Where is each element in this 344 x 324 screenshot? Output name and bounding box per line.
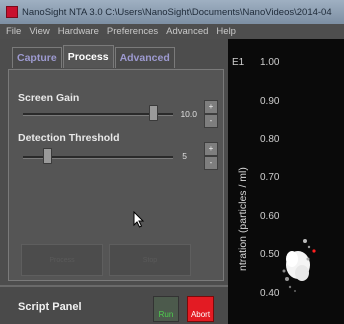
menu-bar: File View Hardware Preferences Advanced … (0, 24, 344, 39)
detection-threshold-value: 5 (182, 151, 187, 161)
detection-threshold-slider-thumb[interactable] (43, 148, 53, 164)
concentration-plot: E1 1.00 0.90 0.80 0.70 0.60 0.50 0.40 nt… (228, 39, 344, 324)
screen-gain-value: 10.0 (180, 109, 197, 119)
stop-button[interactable]: Stop (109, 244, 191, 276)
detection-threshold-increment-button[interactable]: + (204, 142, 218, 156)
tab-advanced[interactable]: Advanced (114, 47, 175, 68)
screen-gain-decrement-button[interactable]: - (204, 114, 218, 128)
application-window: NanoSight NTA 3.0 C:\Users\NanoSight\Doc… (0, 0, 344, 324)
script-panel-title: Script Panel (18, 301, 82, 313)
menu-file[interactable]: File (6, 26, 21, 37)
app-logo-icon (6, 6, 18, 18)
plot-id-label: E1 (232, 57, 245, 68)
menu-preferences[interactable]: Preferences (107, 26, 158, 37)
tab-strip: Capture Process Advanced (12, 45, 176, 69)
y-axis-label: ntration (particles / ml) (237, 167, 249, 271)
y-tick-label: 0.70 (260, 172, 280, 183)
detection-threshold-decrement-button[interactable]: - (204, 156, 218, 170)
window-title: NanoSight NTA 3.0 C:\Users\NanoSight\Doc… (22, 6, 332, 18)
screen-gain-increment-button[interactable]: + (204, 100, 218, 114)
screen-gain-label: Screen Gain (18, 92, 80, 104)
particle-scatter-blob (282, 239, 316, 292)
menu-help[interactable]: Help (216, 26, 236, 37)
tab-process[interactable]: Process (62, 45, 114, 68)
y-tick-label: 0.90 (260, 96, 280, 107)
y-tick-label: 0.80 (260, 134, 280, 145)
y-tick-label: 0.60 (260, 211, 280, 222)
title-bar[interactable]: NanoSight NTA 3.0 C:\Users\NanoSight\Doc… (0, 0, 344, 24)
process-tab-content: Screen Gain 10.0 + - Detection Threshold… (8, 69, 224, 281)
y-tick-label: 0.40 (260, 288, 280, 299)
y-tick-label: 1.00 (260, 57, 280, 68)
menu-advanced[interactable]: Advanced (166, 26, 208, 37)
detection-threshold-label: Detection Threshold (18, 132, 120, 144)
run-button[interactable]: Run (153, 296, 179, 322)
control-panel: Capture Process Advanced Screen Gain 10.… (0, 39, 228, 324)
menu-view[interactable]: View (29, 26, 49, 37)
tab-capture[interactable]: Capture (12, 47, 62, 68)
script-panel: Script Panel Run Abort (0, 285, 228, 324)
screen-gain-slider-thumb[interactable] (148, 105, 158, 121)
y-tick-label: 0.50 (260, 249, 280, 260)
process-button[interactable]: Process (21, 244, 103, 276)
abort-button[interactable]: Abort (187, 296, 214, 322)
mouse-pointer-icon (133, 211, 145, 228)
menu-hardware[interactable]: Hardware (58, 26, 99, 37)
